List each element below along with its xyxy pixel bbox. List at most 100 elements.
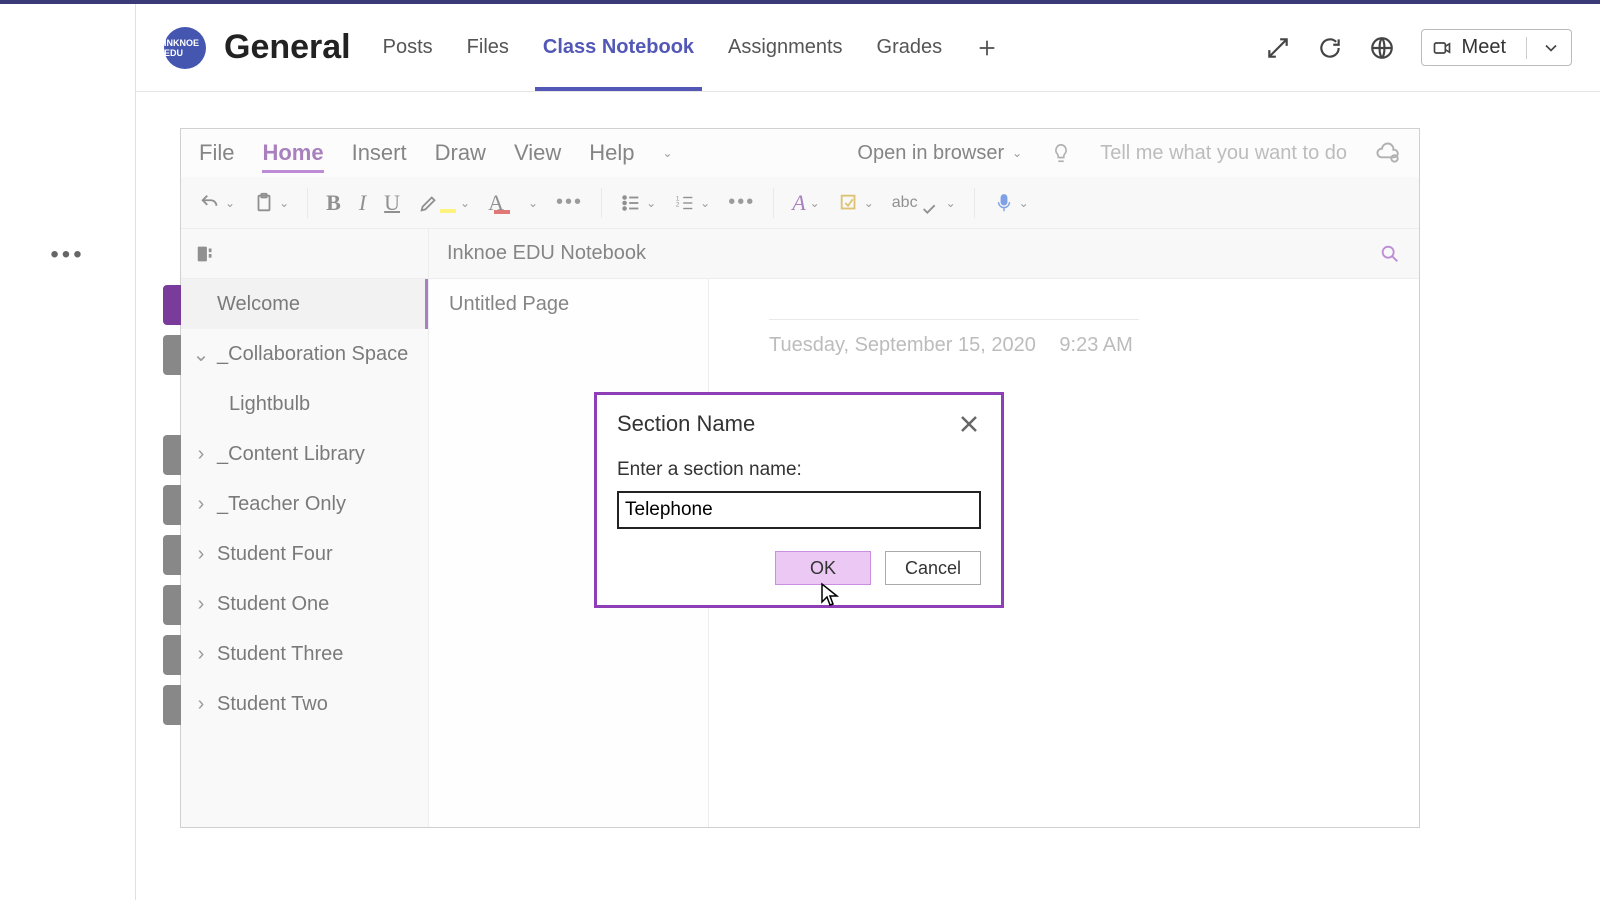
channel-title: General xyxy=(224,28,351,67)
channel-tabs: Posts Files Class Notebook Assignments G… xyxy=(379,4,1003,91)
section-label: Lightbulb xyxy=(229,393,310,416)
svg-text:2: 2 xyxy=(676,201,680,208)
chevron-right-icon[interactable]: › xyxy=(191,493,211,516)
page-untitled[interactable]: Untitled Page xyxy=(449,293,688,316)
divider xyxy=(773,188,774,218)
chevron-right-icon[interactable]: › xyxy=(191,643,211,666)
onenote-ribbon-tabs: File Home Insert Draw View Help ⌄ Open i… xyxy=(181,129,1419,177)
chevron-down-icon[interactable]: ⌄ xyxy=(191,342,211,367)
section-student-one[interactable]: › Student One xyxy=(181,579,428,629)
add-tab-button[interactable] xyxy=(972,4,1002,91)
tags-button[interactable]: ⌄ xyxy=(838,192,874,214)
divider xyxy=(307,188,308,218)
cancel-button[interactable]: Cancel xyxy=(885,551,981,585)
section-label: _Content Library xyxy=(217,443,365,466)
section-label: Student Three xyxy=(217,643,343,666)
tab-class-notebook[interactable]: Class Notebook xyxy=(539,4,698,91)
ribbon-help[interactable]: Help xyxy=(589,129,634,177)
undo-button[interactable]: ⌄ xyxy=(199,192,235,214)
section-welcome[interactable]: Welcome xyxy=(181,279,428,329)
chevron-down-icon: ⌄ xyxy=(460,196,470,210)
section-tab-stub xyxy=(163,535,181,575)
dictate-button[interactable]: ⌄ xyxy=(993,192,1029,214)
chevron-down-icon: ⌄ xyxy=(646,196,656,210)
chevron-down-icon: ⌄ xyxy=(1012,146,1022,160)
sync-status-icon[interactable] xyxy=(1375,140,1401,166)
section-label: _Teacher Only xyxy=(217,493,346,516)
numbering-button[interactable]: 12 ⌄ xyxy=(674,192,710,214)
chevron-right-icon[interactable]: › xyxy=(191,693,211,716)
font-color-button[interactable]: A ⌄ xyxy=(488,190,538,216)
section-collaboration-space[interactable]: ⌄ _Collaboration Space xyxy=(181,329,428,379)
section-label: _Collaboration Space xyxy=(217,343,408,366)
close-button[interactable] xyxy=(957,412,981,436)
meet-button[interactable]: Meet xyxy=(1421,29,1572,66)
globe-icon[interactable] xyxy=(1369,35,1395,61)
chevron-right-icon[interactable]: › xyxy=(191,543,211,566)
section-student-two[interactable]: › Student Two xyxy=(181,679,428,729)
more-paragraph-button[interactable]: ••• xyxy=(728,191,755,214)
section-label: Student Two xyxy=(217,693,328,716)
bold-button[interactable]: B xyxy=(326,190,341,216)
dialog-title: Section Name xyxy=(617,411,755,437)
notebook-title: Inknoe EDU Notebook xyxy=(447,242,646,265)
ribbon-file[interactable]: File xyxy=(199,129,234,177)
expand-icon[interactable] xyxy=(1265,35,1291,61)
styles-button[interactable]: A ⌄ xyxy=(792,190,820,216)
tab-posts[interactable]: Posts xyxy=(379,4,437,91)
section-lightbulb[interactable]: Lightbulb xyxy=(181,379,428,429)
chevron-down-icon: ⌄ xyxy=(225,196,235,210)
chevron-down-icon: ⌄ xyxy=(864,196,874,210)
tab-files[interactable]: Files xyxy=(463,4,513,91)
section-student-four[interactable]: › Student Four xyxy=(181,529,428,579)
section-teacher-only[interactable]: › _Teacher Only xyxy=(181,479,428,529)
ribbon-home[interactable]: Home xyxy=(262,129,323,177)
section-name-input[interactable] xyxy=(617,491,981,529)
chevron-down-icon[interactable] xyxy=(1541,38,1561,58)
section-list: Welcome ⌄ _Collaboration Space Lightbulb… xyxy=(181,279,429,827)
teams-app-rail: ••• xyxy=(0,4,136,900)
bullets-button[interactable]: ⌄ xyxy=(620,192,656,214)
ribbon-more[interactable]: ⌄ xyxy=(663,129,673,177)
section-tab-stub xyxy=(163,635,181,675)
chevron-right-icon[interactable]: › xyxy=(191,593,211,616)
section-name-dialog: Section Name Enter a section name: OK Ca… xyxy=(594,392,1004,608)
dialog-label: Enter a section name: xyxy=(617,459,981,481)
more-formatting-button[interactable]: ••• xyxy=(556,191,583,214)
section-content-library[interactable]: › _Content Library xyxy=(181,429,428,479)
section-tab-stub xyxy=(163,335,181,375)
navigation-toggle-icon[interactable] xyxy=(195,243,217,265)
section-student-three[interactable]: › Student Three xyxy=(181,629,428,679)
clipboard-button[interactable]: ⌄ xyxy=(253,192,289,214)
lightbulb-icon xyxy=(1050,142,1072,164)
team-avatar[interactable]: INKNOE EDU xyxy=(164,27,206,69)
chevron-down-icon: ⌄ xyxy=(528,196,538,210)
highlight-button[interactable]: ⌄ xyxy=(418,192,470,214)
chevron-right-icon[interactable]: › xyxy=(191,443,211,466)
ribbon-view[interactable]: View xyxy=(514,129,561,177)
search-icon[interactable] xyxy=(1379,243,1401,265)
tab-assignments[interactable]: Assignments xyxy=(724,4,847,91)
section-tab-stub xyxy=(163,485,181,525)
section-label: Student Four xyxy=(217,543,333,566)
meet-label: Meet xyxy=(1462,36,1506,59)
tab-grades[interactable]: Grades xyxy=(873,4,947,91)
chevron-down-icon: ⌄ xyxy=(810,196,820,210)
spellcheck-button[interactable]: abc ⌄ xyxy=(892,186,956,220)
ribbon-insert[interactable]: Insert xyxy=(352,129,407,177)
italic-button[interactable]: I xyxy=(359,190,366,216)
reload-icon[interactable] xyxy=(1317,35,1343,61)
mouse-cursor-icon xyxy=(820,582,840,608)
more-apps-icon[interactable]: ••• xyxy=(50,241,84,269)
page-timestamp: Tuesday, September 15, 2020 9:23 AM xyxy=(769,334,1389,357)
onenote-home-toolbar: ⌄ ⌄ B I U ⌄ A ⌄ ••• xyxy=(181,177,1419,229)
ok-button[interactable]: OK xyxy=(775,551,871,585)
section-tab-stub xyxy=(163,685,181,725)
page-time: 9:23 AM xyxy=(1059,334,1132,356)
open-in-browser-button[interactable]: Open in browser ⌄ xyxy=(857,142,1022,165)
section-tab-stub xyxy=(163,285,181,325)
tell-me-input[interactable]: Tell me what you want to do xyxy=(1100,142,1347,165)
section-tab-stub xyxy=(163,585,181,625)
underline-button[interactable]: U xyxy=(384,190,400,216)
ribbon-draw[interactable]: Draw xyxy=(435,129,486,177)
